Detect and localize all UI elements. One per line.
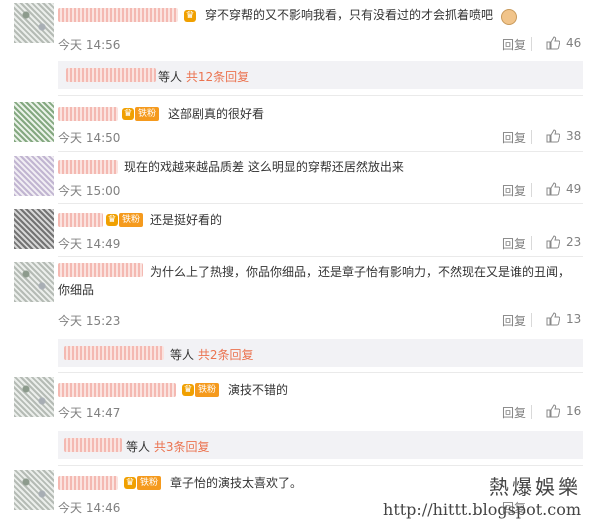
watermark-url: http://hittt.blogspot.com [383,500,581,519]
separator [531,405,532,419]
watermark: 熱爆娛樂 http://hittt.blogspot.com [383,471,581,519]
comment-time: 今天 14:50 [58,131,121,145]
comment-text: 穿不穿帮的又不影响我看，只有没看过的才会抓着喷吧 [205,8,494,22]
reply-button[interactable]: 回复 [502,404,526,421]
username [64,346,164,360]
username[interactable] [58,213,103,227]
username [66,68,156,82]
sub-reply-count-link[interactable]: 共3条回复 [154,440,210,454]
like-icon[interactable] [546,404,560,418]
avatar[interactable] [14,156,54,196]
comment-time: 今天 15:23 [58,314,121,328]
fan-badge: 铁粉 [195,383,220,397]
comment-text: 还是挺好看的 [150,213,223,227]
sub-reply-box[interactable]: 等人 共3条回复 [58,431,583,459]
separator [531,183,532,197]
like-icon[interactable] [546,235,560,249]
separator [531,236,532,250]
crown-icon: ♛ [184,10,196,22]
divider [58,465,583,466]
avatar[interactable] [14,377,54,417]
like-icon[interactable] [546,312,560,326]
like-count: 49 [566,182,582,196]
avatar[interactable] [14,262,54,302]
like-count: 38 [566,129,582,143]
username[interactable] [58,107,118,121]
separator [531,130,532,144]
comment-time: 今天 14:56 [58,38,121,52]
watermark-title: 熱爆娛樂 [489,475,581,499]
fan-badge: 铁粉 [119,213,144,227]
divider [58,256,583,257]
avatar[interactable] [14,102,54,142]
divider [58,203,583,204]
divider [58,151,583,152]
crown-icon: ♛ [106,214,118,226]
username[interactable] [58,476,118,490]
fan-badge: 铁粉 [135,107,160,121]
username[interactable] [58,8,178,22]
emoji-icon [501,9,517,25]
like-count: 16 [566,404,582,418]
separator [531,313,532,327]
comment-text: 这部剧真的很好看 [168,107,265,121]
like-icon[interactable] [546,36,560,50]
sub-reply-prefix: 等人 [126,440,151,454]
like-icon[interactable] [546,182,560,196]
username[interactable] [58,383,176,397]
crown-icon: ♛ [122,108,134,120]
like-count: 23 [566,235,582,249]
like-count: 46 [566,36,582,50]
comment-text: 章子怡的演技太喜欢了。 [170,476,303,490]
sub-reply-box[interactable]: 等人 共2条回复 [58,339,583,367]
like-count: 13 [566,312,582,326]
sub-reply-box[interactable]: 等人 共12条回复 [58,61,583,89]
crown-icon: ♛ [182,384,194,396]
username [64,438,122,452]
avatar[interactable] [14,209,54,249]
reply-button[interactable]: 回复 [502,235,526,252]
separator [531,37,532,51]
avatar[interactable] [14,3,54,43]
divider [58,95,583,96]
comment-time: 今天 14:47 [58,406,121,420]
divider [58,372,583,373]
comment-time: 今天 14:49 [58,237,121,251]
username[interactable] [58,160,118,174]
comment-text: 为什么上了热搜，你品你细品，还是章子怡有影响力，不然现在又是谁的丑闻，你细品 [58,265,571,297]
fan-badge: 铁粉 [137,476,162,490]
reply-button[interactable]: 回复 [502,312,526,329]
like-icon[interactable] [546,129,560,143]
reply-button[interactable]: 回复 [502,36,526,53]
comment-time: 今天 15:00 [58,184,121,198]
crown-icon: ♛ [124,477,136,489]
comment-text: 演技不错的 [228,383,289,397]
reply-button[interactable]: 回复 [502,129,526,146]
sub-reply-count-link[interactable]: 共2条回复 [198,348,254,362]
avatar[interactable] [14,470,54,510]
comment-text: 现在的戏越来越品质差 这么明显的穿帮还居然放出来 [124,160,404,174]
sub-reply-prefix: 等人 [170,348,195,362]
sub-reply-count-link[interactable]: 共12条回复 [186,70,249,84]
comment-time: 今天 14:46 [58,501,121,515]
sub-reply-prefix: 等人 [158,70,183,84]
reply-button[interactable]: 回复 [502,182,526,199]
